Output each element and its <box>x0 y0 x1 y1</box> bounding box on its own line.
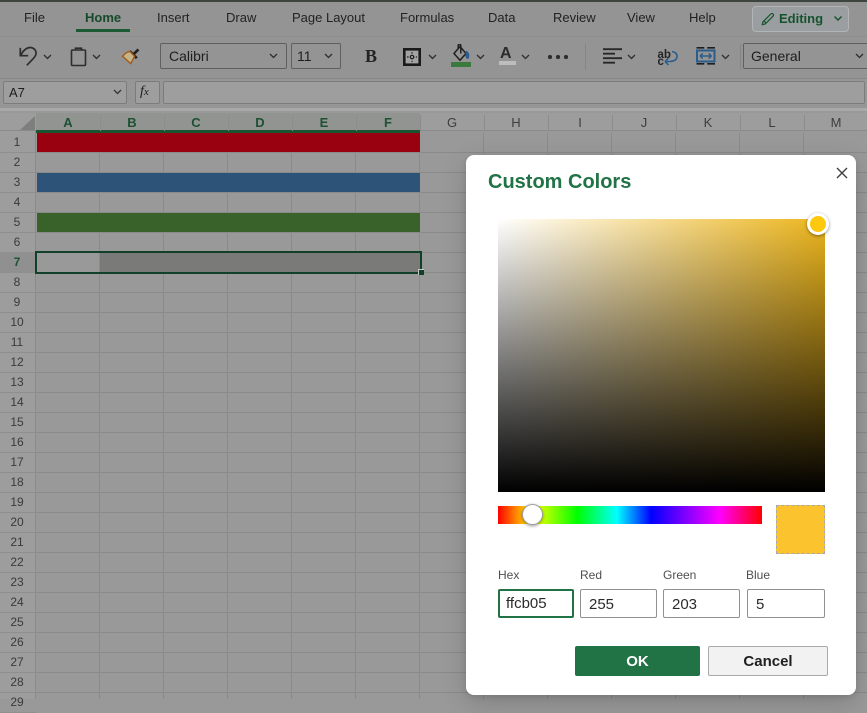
svg-text:c: c <box>658 56 665 67</box>
